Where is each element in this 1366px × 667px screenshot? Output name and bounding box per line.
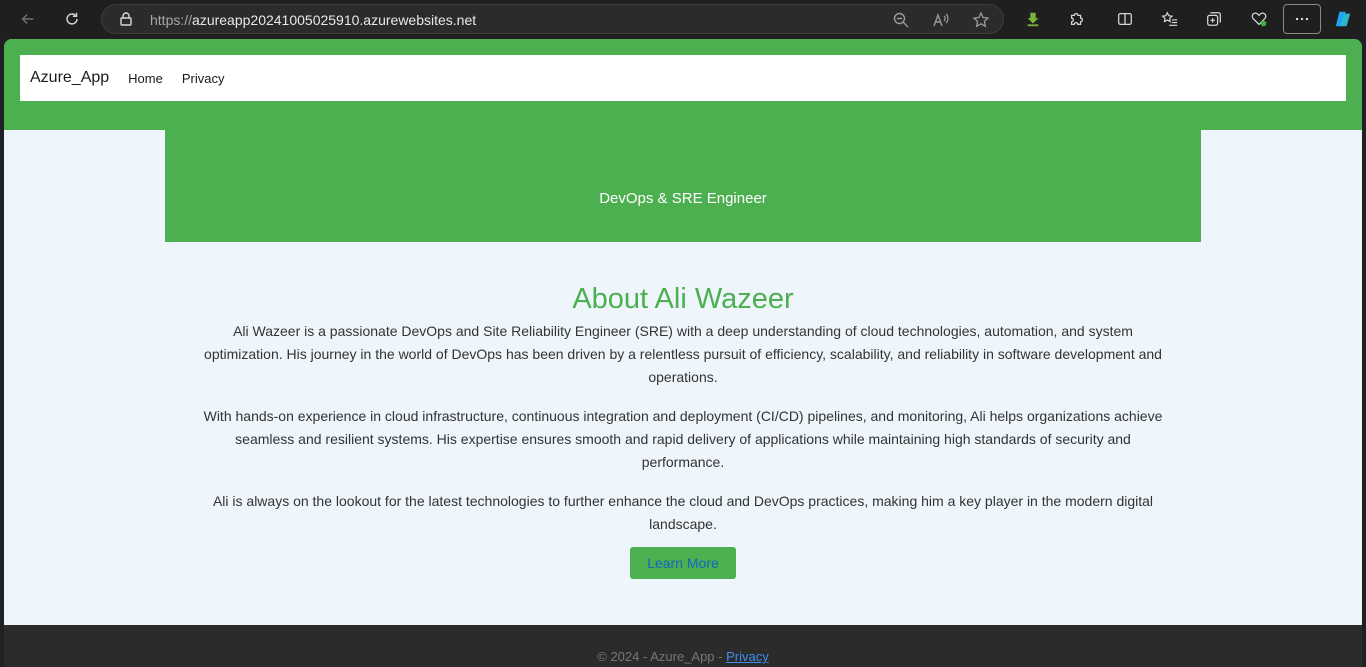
navbar-brand[interactable]: Azure_App xyxy=(30,69,109,87)
lock-icon xyxy=(120,12,132,26)
refresh-button[interactable] xyxy=(58,6,86,32)
copilot-icon xyxy=(1335,11,1351,27)
about-section: About Ali Wazeer Ali Wazeer is a passion… xyxy=(200,282,1166,579)
about-title: About Ali Wazeer xyxy=(572,283,794,315)
page-viewport: Azure_App Home Privacy DevOps & SRE Engi… xyxy=(4,39,1362,667)
hero-subtitle: DevOps & SRE Engineer xyxy=(599,189,767,207)
more-dots-icon xyxy=(1295,17,1309,21)
favorites-list-icon xyxy=(1161,11,1178,26)
url-protocol: https:// xyxy=(150,12,193,28)
footer-copyright: © 2024 - Azure_App - xyxy=(597,649,727,664)
footer-privacy-link[interactable]: Privacy xyxy=(726,649,769,664)
favorite-star-icon[interactable] xyxy=(972,11,990,29)
favorites-button[interactable] xyxy=(1156,6,1184,32)
read-aloud-icon[interactable] xyxy=(932,11,950,29)
split-screen-icon xyxy=(1118,12,1132,26)
learn-more-button[interactable]: Learn More xyxy=(630,547,736,579)
copilot-button[interactable] xyxy=(1329,6,1357,32)
puzzle-icon xyxy=(1070,12,1084,26)
url-text: https://azureapp20241005025910.azurewebs… xyxy=(150,12,476,28)
about-paragraph-1: Ali Wazeer is a passionate DevOps and Si… xyxy=(204,323,1162,385)
refresh-icon xyxy=(66,12,78,25)
about-paragraph-3: Ali is always on the lookout for the lat… xyxy=(212,493,1154,532)
back-arrow-icon xyxy=(21,13,34,25)
about-paragraph-2: With hands-on experience in cloud infras… xyxy=(203,408,1163,470)
download-button[interactable] xyxy=(1019,6,1047,32)
back-button[interactable] xyxy=(14,6,42,32)
extensions-button[interactable] xyxy=(1063,6,1091,32)
settings-more-button[interactable] xyxy=(1283,4,1321,34)
heart-pulse-icon xyxy=(1251,12,1267,27)
hero-banner: DevOps & SRE Engineer xyxy=(165,130,1201,242)
footer: © 2024 - Azure_App - Privacy xyxy=(4,625,1362,667)
url-host: azureapp20241005025910.azurewebsites.net xyxy=(192,12,477,28)
address-bar[interactable]: https://azureapp20241005025910.azurewebs… xyxy=(101,4,1004,34)
nav-link-privacy[interactable]: Privacy xyxy=(182,71,225,86)
browser-toolbar: https://azureapp20241005025910.azurewebs… xyxy=(0,0,1366,39)
collections-icon xyxy=(1207,12,1221,26)
navbar: Azure_App Home Privacy xyxy=(20,55,1346,101)
nav-link-home[interactable]: Home xyxy=(128,71,163,86)
zoom-out-icon[interactable] xyxy=(892,11,910,29)
split-screen-button[interactable] xyxy=(1111,6,1139,32)
browser-essentials-button[interactable] xyxy=(1245,6,1273,32)
collections-button[interactable] xyxy=(1200,6,1228,32)
download-icon xyxy=(1027,12,1039,27)
